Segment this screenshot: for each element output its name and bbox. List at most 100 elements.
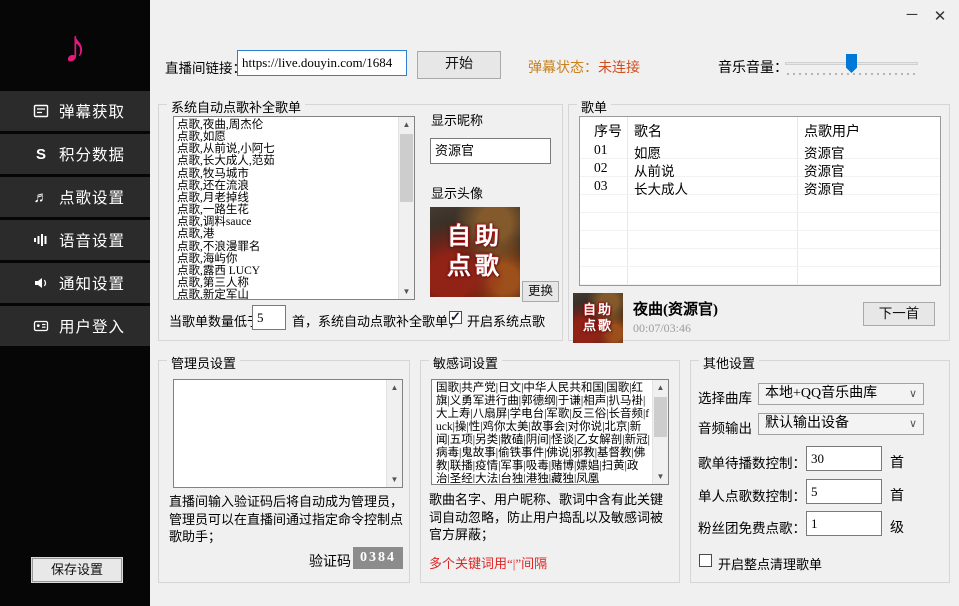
volume-slider-thumb[interactable] — [846, 54, 857, 73]
table-row — [580, 249, 940, 267]
scroll-up-icon[interactable]: ▲ — [387, 380, 402, 395]
library-dropdown[interactable]: 本地+QQ音乐曲库 ∨ — [758, 383, 924, 405]
table-row — [580, 231, 940, 249]
nickname-label: 显示昵称 — [431, 110, 483, 129]
now-playing-title: 夜曲(资源官) — [633, 298, 718, 319]
admin-textarea[interactable]: ▲ ▼ — [173, 379, 403, 488]
song-list-item[interactable]: 点歌,如愿 — [177, 131, 398, 143]
sensitive-scrollbar[interactable]: ▲ ▼ — [652, 380, 668, 484]
danmu-status-value: 未连接 — [598, 61, 640, 76]
minimize-icon[interactable]: ─ — [899, 6, 925, 28]
avatar-label: 显示头像 — [431, 183, 483, 202]
audio-output-dropdown[interactable]: 默认输出设备 ∨ — [758, 413, 924, 435]
library-label: 选择曲库 — [698, 387, 752, 407]
listbox-scrollbar[interactable]: ▲ ▼ — [398, 117, 414, 299]
personal-limit-input[interactable]: 5 — [806, 479, 882, 504]
table-row[interactable]: 02从前说资源官 — [580, 159, 940, 177]
close-icon[interactable]: ✕ — [927, 6, 953, 28]
sidebar-item-song[interactable]: ♬点歌设置 — [0, 177, 150, 217]
threshold-input[interactable]: 5 — [252, 305, 286, 330]
song-list-item[interactable]: 点歌,调料sauce — [177, 216, 398, 228]
fans-free-unit: 级 — [890, 517, 904, 537]
sensitive-words: 国歌|共产党|日文|中华人民共和国|国歌|红旗|义勇军进行曲|郭德纲|于谦|相声… — [433, 381, 652, 483]
song-list-item[interactable]: 点歌,新定军山 — [177, 289, 398, 300]
song-list-item[interactable]: 点歌,第三人称 — [177, 277, 398, 289]
save-settings-button[interactable]: 保存设置 — [32, 558, 122, 582]
song-list-item[interactable]: 点歌,露西 LUCY — [177, 265, 398, 277]
song-list-item[interactable]: 点歌,港 — [177, 228, 398, 240]
song-list-item[interactable]: 点歌,牧马城市 — [177, 168, 398, 180]
admin-group: 管理员设置 ▲ ▼ 直播间输入验证码后将自动成为管理员，管理员可以在直播间通过指… — [158, 360, 410, 583]
sidebar-item-voice[interactable]: 语音设置 — [0, 220, 150, 260]
scrollbar-thumb[interactable] — [400, 134, 413, 202]
personal-limit-unit: 首 — [890, 485, 904, 505]
threshold-prefix: 当歌单数量低于 — [169, 311, 260, 330]
now-playing-thumbnail: 自助 点歌 — [573, 293, 623, 343]
song-list-item[interactable]: 点歌,夜曲,周杰伦 — [177, 119, 398, 131]
avatar-image: 自助 点歌 — [430, 207, 520, 297]
auto-playlist-group: 系统自动点歌补全歌单 点歌,夜曲,周杰伦点歌,如愿点歌,从前说,小阿七点歌,长大… — [158, 104, 563, 341]
verify-code-label: 验证码 — [309, 551, 351, 571]
volume-slider[interactable] — [785, 52, 918, 78]
scroll-up-icon[interactable]: ▲ — [399, 117, 414, 132]
next-song-button[interactable]: 下一首 — [863, 302, 935, 326]
row-index: 03 — [594, 178, 608, 194]
chevron-down-icon: ∨ — [909, 414, 917, 434]
scroll-down-icon[interactable]: ▼ — [399, 284, 414, 299]
scroll-down-icon[interactable]: ▼ — [387, 472, 402, 487]
sidebar-item-label: 积分数据 — [59, 143, 125, 165]
voice-icon — [32, 232, 50, 248]
user-icon — [32, 318, 50, 334]
auto-playlist-listbox[interactable]: 点歌,夜曲,周杰伦点歌,如愿点歌,从前说,小阿七点歌,长大成人,范茹点歌,牧马城… — [173, 116, 415, 300]
sensitive-textarea[interactable]: 国歌|共产党|日文|中华人民共和国|国歌|红旗|义勇军进行曲|郭德纲|于谦|相声… — [431, 379, 669, 485]
system-song-checkbox[interactable] — [449, 311, 462, 324]
change-avatar-button[interactable]: 更换 — [522, 281, 559, 302]
admin-title: 管理员设置 — [167, 353, 240, 372]
fans-free-input[interactable]: 1 — [806, 511, 882, 536]
live-link-input[interactable]: https://live.douyin.com/1684 — [237, 50, 407, 76]
queue-limit-unit: 首 — [890, 452, 904, 472]
table-row[interactable]: 03长大成人资源官 — [580, 177, 940, 195]
sensitive-description: 歌曲名字、用户昵称、歌词中含有此关键词自动忽略，防止用户捣乱以及敏感词被官方屏蔽… — [429, 491, 675, 544]
song-list-item[interactable]: 点歌,海屿你 — [177, 253, 398, 265]
now-playing-time: 00:07/03:46 — [633, 321, 691, 336]
personal-limit-label: 单人点歌数控制： — [698, 485, 806, 505]
song-list-item[interactable]: 点歌,长大成人,范茹 — [177, 155, 398, 167]
hourly-cleanup-checkbox[interactable] — [699, 554, 712, 567]
sidebar-item-danmu[interactable]: 弹幕获取 — [0, 91, 150, 131]
song-icon: ♬ — [32, 189, 50, 205]
sidebar-item-user[interactable]: 用户登入 — [0, 306, 150, 346]
start-button[interactable]: 开始 — [417, 51, 501, 79]
song-list-item[interactable]: 点歌,月老掉线 — [177, 192, 398, 204]
playlist-title: 歌单 — [577, 97, 611, 116]
app-logo-music-note-icon: ♪ — [0, 14, 150, 78]
scroll-up-icon[interactable]: ▲ — [653, 380, 668, 395]
notify-icon — [32, 275, 50, 291]
sensitive-group: 敏感词设置 国歌|共产党|日文|中华人民共和国|国歌|红旗|义勇军进行曲|郭德纲… — [420, 360, 680, 583]
playlist-table[interactable]: 序号 歌名 点歌用户 01如愿资源官02从前说资源官03长大成人资源官 — [579, 116, 941, 286]
song-list-item[interactable]: 点歌,从前说,小阿七 — [177, 143, 398, 155]
danmu-status-label: 弹幕状态： — [528, 61, 598, 76]
nickname-input[interactable]: 资源官 — [430, 138, 551, 164]
other-settings-title: 其他设置 — [699, 353, 759, 372]
system-song-checkbox-label: 开启系统点歌 — [467, 311, 545, 330]
other-settings-group: 其他设置 选择曲库 本地+QQ音乐曲库 ∨ 音频输出 默认输出设备 ∨ 歌单待播… — [690, 360, 950, 583]
chevron-down-icon: ∨ — [909, 384, 917, 404]
volume-label: 音乐音量： — [718, 57, 788, 77]
scrollbar-thumb[interactable] — [654, 397, 667, 437]
sidebar-item-label: 语音设置 — [59, 229, 125, 251]
col-index: 序号 — [594, 121, 622, 141]
song-list-item[interactable]: 点歌,不浪漫罪名 — [177, 241, 398, 253]
avatar-text-line1: 自助 — [447, 222, 503, 252]
sidebar-item-points[interactable]: S积分数据 — [0, 134, 150, 174]
sidebar-item-notify[interactable]: 通知设置 — [0, 263, 150, 303]
table-row[interactable]: 01如愿资源官 — [580, 141, 940, 159]
hourly-cleanup-label: 开启整点清理歌单 — [718, 554, 822, 573]
song-list-item[interactable]: 点歌,一路生花 — [177, 204, 398, 216]
admin-scrollbar[interactable]: ▲ ▼ — [386, 380, 402, 487]
scroll-down-icon[interactable]: ▼ — [653, 469, 668, 484]
thumb-text-line1: 自助 — [583, 302, 613, 318]
song-list-item[interactable]: 点歌,还在流浪 — [177, 180, 398, 192]
queue-limit-input[interactable]: 30 — [806, 446, 882, 471]
table-row — [580, 195, 940, 213]
